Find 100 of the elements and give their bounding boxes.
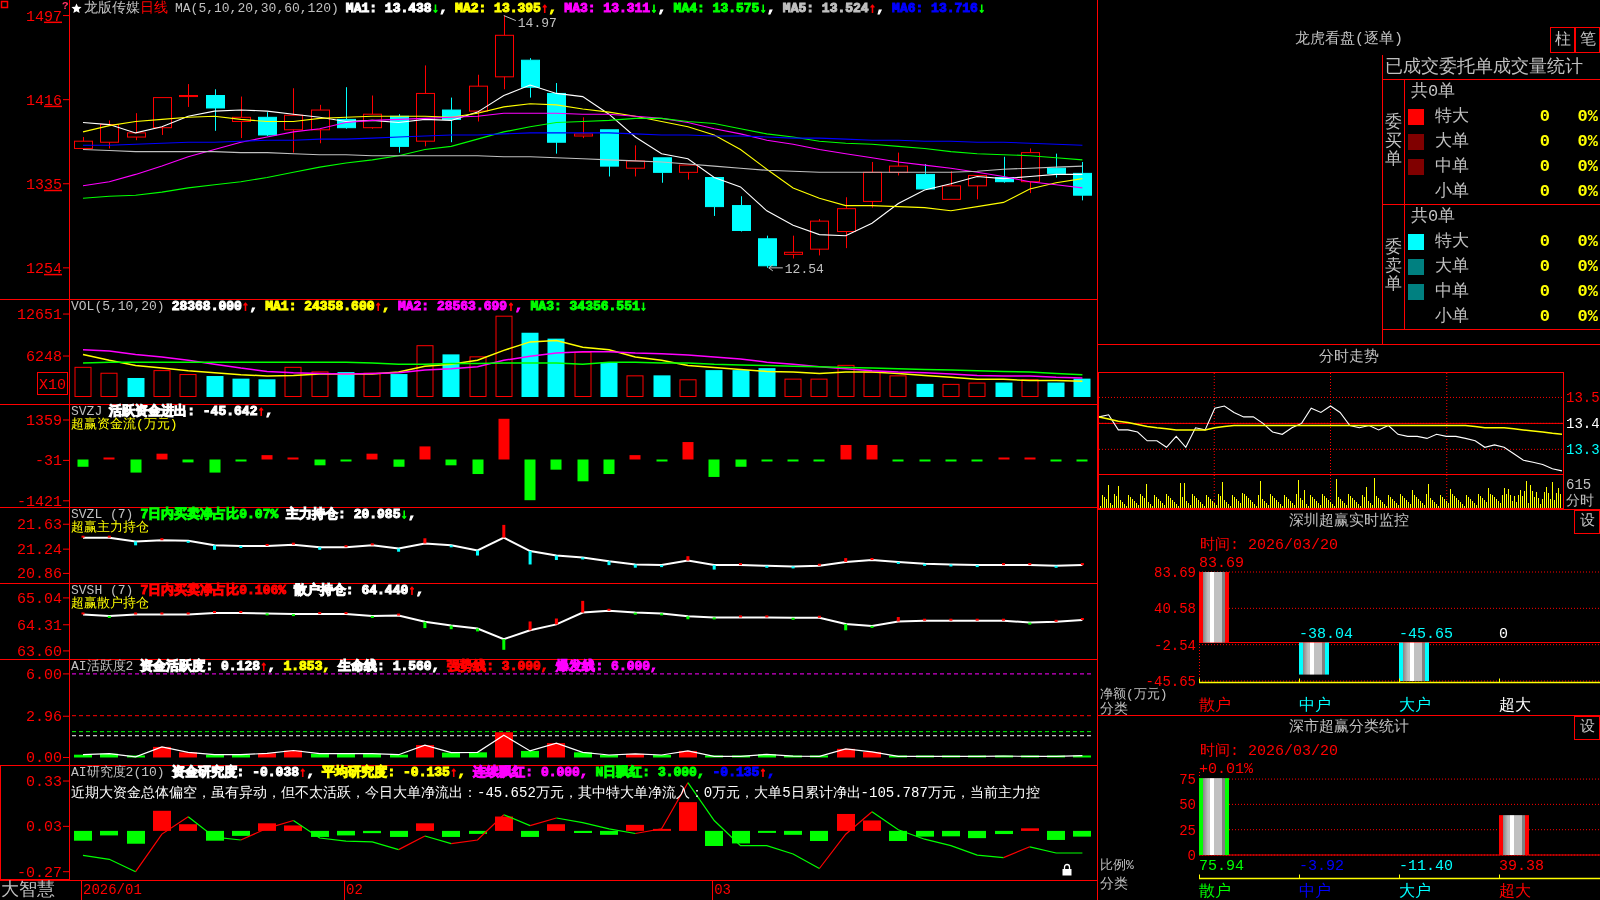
percent-value: 0% [1576,230,1598,253]
percent-value: 0% [1576,280,1598,303]
group-label: 委卖单 [1385,238,1402,296]
axis-label: 21.63 [17,517,62,535]
axis-title: 比例% [1100,858,1134,873]
legend-text: MA1: 24358.600 [265,300,375,313]
value-label: 75.94 [1199,858,1244,875]
count-value: 0 [1538,255,1550,278]
legend-text: ↑ [868,2,877,15]
legend-text: ↑ [449,766,458,779]
legend-text: 7日内买卖净占比0.106% [140,584,288,597]
row-label: 中单 [1435,280,1470,303]
count-value: 0 [1538,230,1550,253]
panel-title: 龙虎看盘(逐单) [1295,31,1403,49]
legend-text: ↑ [374,300,383,313]
legend-text: MA6: 13.716 [892,2,978,15]
legend-text: 爆发线: 6.000, [556,660,658,673]
legend-text: , [514,300,524,313]
value-label: -3.92 [1299,858,1344,875]
axis-label: 40.58 [1154,601,1196,618]
axis-label: 0.00 [26,750,62,765]
axis-label: 1416 [25,92,62,110]
row-label: 小单 [1435,305,1470,328]
axis-title: 分类 [1100,701,1128,715]
axis-label: 1335 [25,176,62,194]
legend-text: MA3: 13.311 [564,2,651,15]
time-label: 时间: 2026/03/20 [1200,537,1339,554]
legend-text: , [767,2,777,15]
value-label: -11.40 [1399,858,1453,875]
count-value: 0 [1538,155,1550,178]
percent-value: 0% [1576,180,1598,203]
category-label: 超大 [1499,697,1531,715]
legend-text: , [408,508,417,521]
legend-text: MA3: 34356.551 [530,300,640,313]
value-label: -45.65 [1399,625,1453,643]
axis-label: 2.96 [26,709,62,727]
indicator-name: AI研究度2(10) [71,766,165,779]
count-value: 0 [1538,180,1550,203]
axis-label: 12651 [17,307,62,325]
indicator-name: MA(5,10,20,30,60,120) [175,2,339,15]
axis-label: 6.00 [26,666,62,684]
percent-value: 0% [1576,255,1598,278]
axis-label: 65.04 [17,590,62,608]
category-label: 散户 [1199,697,1231,715]
price-annotation: 14.97 [517,15,557,31]
indicator-name: SVSH (7) [71,584,134,597]
axis-label: 0.03 [26,819,62,837]
percent-value: 0% [1576,155,1598,178]
legend-text: ↑ [241,300,250,313]
legend-text: 1.853, [283,660,332,673]
legend-text: ↑ [408,584,417,597]
price-annotation: 12.54 [784,261,824,277]
category-label: 超大 [1499,883,1531,900]
value-label: 0 [1499,625,1508,643]
axis-label: 83.69 [1154,565,1196,581]
indicator-caption: 超赢主力持仓 [71,521,149,534]
axis-label: 1254 [25,260,62,278]
axis-label: -31 [35,453,62,471]
help-mark: ? [62,0,69,12]
legend-text: ↑ [299,766,307,779]
axis-label: 1359 [26,413,62,430]
axis-label: 20.86 [17,566,62,583]
legend-text: MA1: 13.438 [345,2,432,15]
date-label: 03 [712,881,731,900]
legend-text: ↑ [260,660,268,673]
axis-label: 6248 [26,349,62,367]
axis-label: 1497 [25,8,62,26]
legend-text: 资金研究度: -0.038 [171,766,300,779]
indicator-caption: 超赢散户持仓 [71,597,149,610]
legend-text: , [657,2,667,15]
group-label: 委买单 [1385,113,1402,171]
axis-label: 0.33 [26,774,62,791]
legend-text: -0.135 [712,766,760,779]
legend-text: , [876,2,886,15]
legend-text: , [382,300,392,313]
axis-label: -0.27 [17,864,62,880]
percent-value: 0% [1576,130,1598,153]
legend-text: MA4: 13.575 [673,2,760,15]
indicator-name: SVZL (7) [71,508,134,521]
axis-label: 0 [1187,848,1196,864]
legend-text: MA2: 28563.699 [397,300,508,313]
legend-text: N日飘红: 3.000, [595,766,706,779]
percent-value: 0% [1576,105,1598,128]
value-label: 83.69 [1199,555,1244,572]
category-label: 大户 [1399,697,1431,715]
axis-label: 63.60 [17,643,62,659]
legend-text: ↓ [431,2,440,15]
legend-text: , [439,2,449,15]
row-label: 小单 [1435,180,1470,203]
date-label: 02 [344,881,363,900]
category-label: 中户 [1299,697,1331,715]
axis-title: 净额(万元) [1100,687,1168,702]
section-title: 深圳超赢实时监控 [1289,511,1409,532]
change-label: +0.01% [1199,761,1253,779]
legend-text: , [548,2,558,15]
count-value: 0 [1538,105,1550,128]
legend-text: 散户持仓: 64.440 [293,584,409,597]
brand-label: 大智慧 [1,881,55,900]
row-label: 大单 [1435,255,1470,278]
axis-label: 13.5 [1566,390,1600,407]
